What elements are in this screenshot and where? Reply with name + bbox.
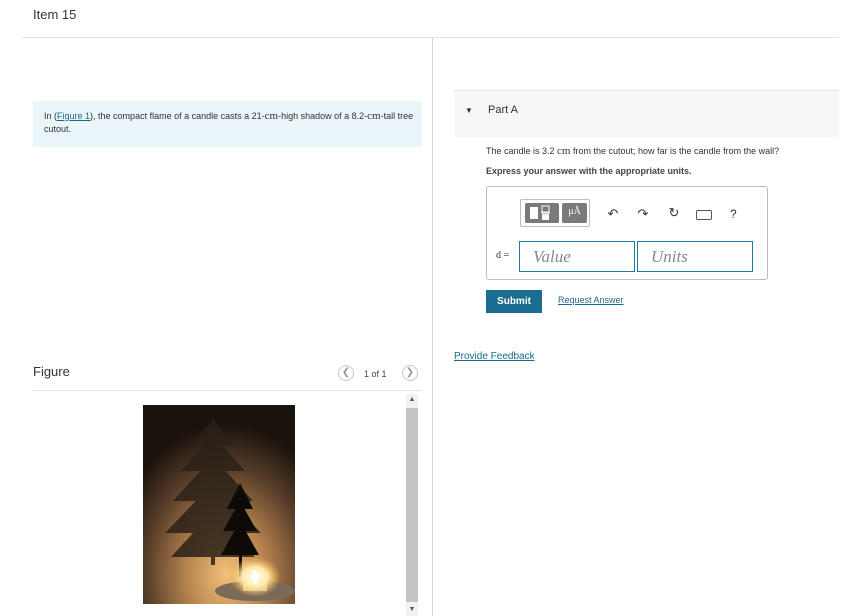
scroll-down-arrow-icon[interactable]: ▼ xyxy=(406,604,418,616)
submit-button[interactable]: Submit xyxy=(486,290,542,313)
provide-feedback-link[interactable]: Provide Feedback xyxy=(454,351,535,362)
figure-scroll-thumb[interactable] xyxy=(406,408,418,602)
figure-page-count: 1 of 1 xyxy=(364,369,387,379)
help-button[interactable]: ? xyxy=(730,207,737,221)
figure-image xyxy=(143,405,295,604)
header-divider xyxy=(22,37,839,38)
column-divider xyxy=(432,38,433,616)
reset-icon[interactable]: ↻ xyxy=(666,205,682,221)
keyboard-icon[interactable] xyxy=(696,210,712,220)
chevron-left-icon: ❮ xyxy=(341,367,351,378)
templates-button[interactable] xyxy=(525,203,559,223)
unit-cm: cm xyxy=(557,145,571,157)
figure-label: Figure xyxy=(33,364,70,379)
chevron-right-icon: ❯ xyxy=(405,367,415,378)
units-button[interactable]: μÅ xyxy=(562,203,587,223)
figure-divider xyxy=(33,390,422,391)
question-after: from the cutout; how far is the candle f… xyxy=(570,146,780,156)
collapse-caret-icon[interactable]: ▼ xyxy=(465,106,473,115)
next-figure-button[interactable]: ❯ xyxy=(402,365,418,381)
question-before: The candle is 3.2 xyxy=(486,146,558,156)
request-answer-link[interactable]: Request Answer xyxy=(558,295,624,305)
variable-label: d = xyxy=(496,250,510,261)
prev-figure-button[interactable]: ❮ xyxy=(338,365,354,381)
unit-cm: cm xyxy=(367,110,381,122)
problem-statement: In (Figure 1), the compact flame of a ca… xyxy=(44,110,414,136)
unit-cm: cm xyxy=(264,110,279,122)
scroll-up-arrow-icon[interactable]: ▲ xyxy=(406,394,418,406)
redo-icon[interactable]: ↷ xyxy=(635,206,651,222)
problem-text-middle: ), the compact flame of a candle casts a… xyxy=(90,111,265,121)
value-input[interactable] xyxy=(519,241,635,272)
undo-icon[interactable]: ↶ xyxy=(605,206,621,222)
units-input[interactable] xyxy=(637,241,753,272)
figure-link[interactable]: Figure 1 xyxy=(57,111,90,121)
candle-shadow-photo xyxy=(143,405,295,604)
part-title: Part A xyxy=(488,104,518,116)
problem-text-after: -high shadow of a 8.2- xyxy=(278,111,368,121)
question-text: The candle is 3.2 cm from the cutout; ho… xyxy=(486,145,779,157)
item-title: Item 15 xyxy=(33,7,77,22)
fraction-template-icon xyxy=(530,205,550,220)
answer-instruction: Express your answer with the appropriate… xyxy=(486,166,692,176)
problem-text-before: In ( xyxy=(44,111,58,121)
